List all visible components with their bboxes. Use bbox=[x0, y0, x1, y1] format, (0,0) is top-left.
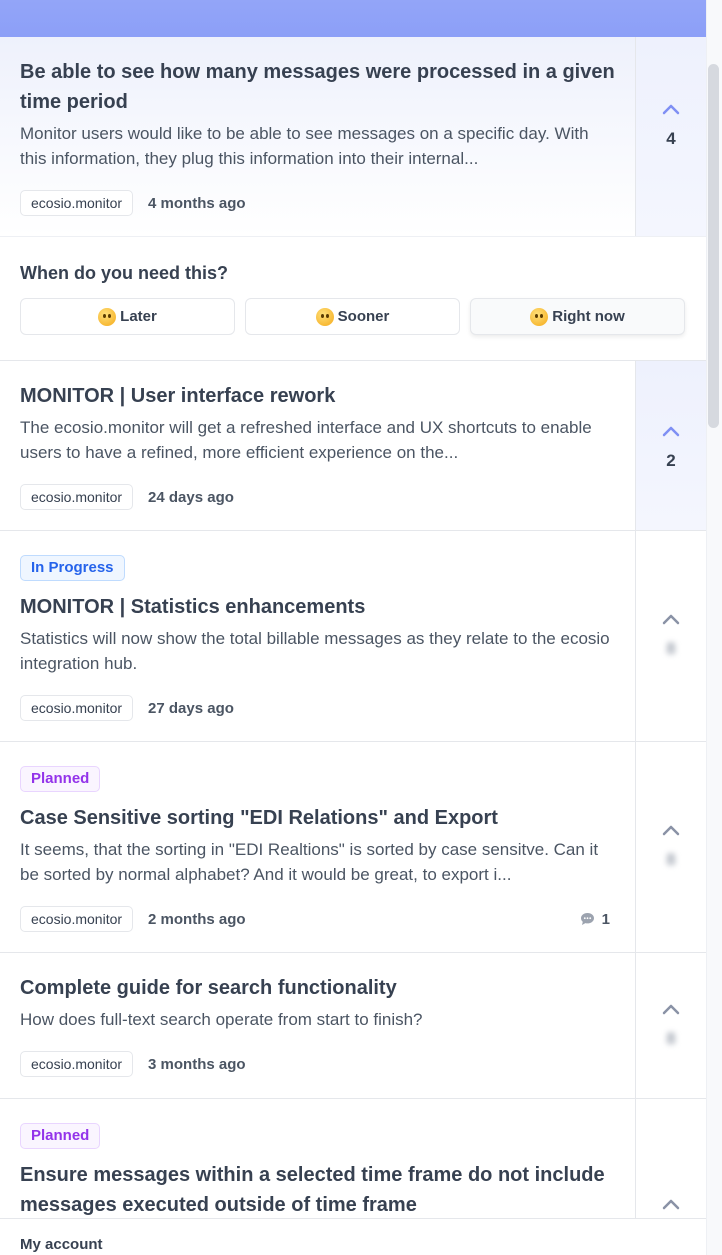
post-time: 24 days ago bbox=[148, 488, 234, 506]
top-banner bbox=[0, 0, 706, 37]
post-title[interactable]: MONITOR | User interface rework bbox=[20, 381, 615, 411]
status-badge: In Progress bbox=[20, 555, 125, 581]
upvote-chevron-icon[interactable] bbox=[662, 103, 680, 115]
post-list: Be able to see how many messages were pr… bbox=[0, 37, 706, 1218]
upvote-chevron-icon[interactable] bbox=[662, 824, 680, 836]
star-struck-face-icon bbox=[530, 307, 549, 326]
vote-count: 2 bbox=[666, 451, 676, 470]
footer: My account bbox=[0, 1218, 706, 1255]
post-item[interactable]: MONITOR | User interface rework The ecos… bbox=[0, 361, 706, 531]
vote-box[interactable]: 8 bbox=[635, 953, 706, 1098]
smiley-face-icon bbox=[315, 307, 334, 326]
comment-count: 1 bbox=[580, 911, 610, 928]
post-title[interactable]: Ensure messages within a selected time f… bbox=[20, 1160, 615, 1218]
my-account-link[interactable]: My account bbox=[20, 1236, 103, 1253]
board-tag[interactable]: ecosio.monitor bbox=[20, 1051, 134, 1077]
upvote-chevron-icon[interactable] bbox=[662, 425, 680, 437]
board-tag[interactable]: ecosio.monitor bbox=[20, 484, 134, 510]
status-badge: Planned bbox=[20, 1123, 101, 1149]
vote-count: 8 bbox=[666, 850, 676, 869]
board-tag[interactable]: ecosio.monitor bbox=[20, 906, 134, 932]
upvote-chevron-icon[interactable] bbox=[662, 613, 680, 625]
vote-box[interactable]: 2 bbox=[635, 361, 706, 530]
priority-poll: When do you need this? Later Sooner Righ… bbox=[0, 237, 706, 361]
priority-sooner-button[interactable]: Sooner bbox=[245, 298, 460, 335]
status-badge: Planned bbox=[20, 766, 101, 792]
sleepy-face-icon bbox=[98, 307, 117, 326]
board-tag[interactable]: ecosio.monitor bbox=[20, 190, 134, 216]
vote-count: 4 bbox=[666, 129, 676, 148]
priority-sooner-label: Sooner bbox=[337, 308, 390, 325]
priority-poll-title: When do you need this? bbox=[20, 263, 228, 283]
priority-right-now-button[interactable]: Right now bbox=[470, 298, 685, 335]
vote-count: 8 bbox=[666, 1029, 676, 1048]
post-description: Monitor users would like to be able to s… bbox=[20, 124, 589, 168]
upvote-chevron-icon[interactable] bbox=[662, 1198, 680, 1210]
comment-bubble-icon bbox=[580, 913, 594, 925]
scrollbar-thumb[interactable] bbox=[708, 64, 719, 428]
post-item[interactable]: In Progress MONITOR | Statistics enhance… bbox=[0, 531, 706, 742]
comment-count-value: 1 bbox=[601, 910, 610, 928]
post-item[interactable]: Be able to see how many messages were pr… bbox=[0, 37, 706, 237]
vote-box[interactable]: 8 bbox=[635, 742, 706, 952]
priority-later-button[interactable]: Later bbox=[20, 298, 235, 335]
post-time: 3 months ago bbox=[148, 1055, 246, 1073]
post-title[interactable]: Case Sensitive sorting "EDI Relations" a… bbox=[20, 803, 615, 833]
priority-later-label: Later bbox=[120, 308, 157, 325]
post-title[interactable]: MONITOR | Statistics enhancements bbox=[20, 592, 615, 622]
post-description: Statistics will now show the total billa… bbox=[20, 629, 610, 673]
upvote-chevron-icon[interactable] bbox=[662, 1003, 680, 1015]
post-description: The ecosio.monitor will get a refreshed … bbox=[20, 418, 592, 462]
vote-count: 8 bbox=[666, 639, 676, 658]
vote-box[interactable]: 4 bbox=[635, 37, 706, 236]
vote-box[interactable]: 8 bbox=[635, 531, 706, 741]
vote-box[interactable] bbox=[635, 1099, 706, 1218]
board-tag[interactable]: ecosio.monitor bbox=[20, 695, 134, 721]
post-item[interactable]: Complete guide for search functionality … bbox=[0, 953, 706, 1099]
post-time: 4 months ago bbox=[148, 194, 246, 212]
post-title[interactable]: Be able to see how many messages were pr… bbox=[20, 57, 615, 117]
post-item[interactable]: Planned Ensure messages within a selecte… bbox=[0, 1099, 706, 1218]
post-time: 27 days ago bbox=[148, 699, 234, 717]
post-time: 2 months ago bbox=[148, 910, 246, 928]
post-description: How does full-text search operate from s… bbox=[20, 1010, 423, 1029]
post-item[interactable]: Planned Case Sensitive sorting "EDI Rela… bbox=[0, 742, 706, 953]
post-title[interactable]: Complete guide for search functionality bbox=[20, 973, 615, 1003]
post-description: It seems, that the sorting in "EDI Realt… bbox=[20, 840, 599, 884]
priority-right-now-label: Right now bbox=[552, 308, 625, 325]
